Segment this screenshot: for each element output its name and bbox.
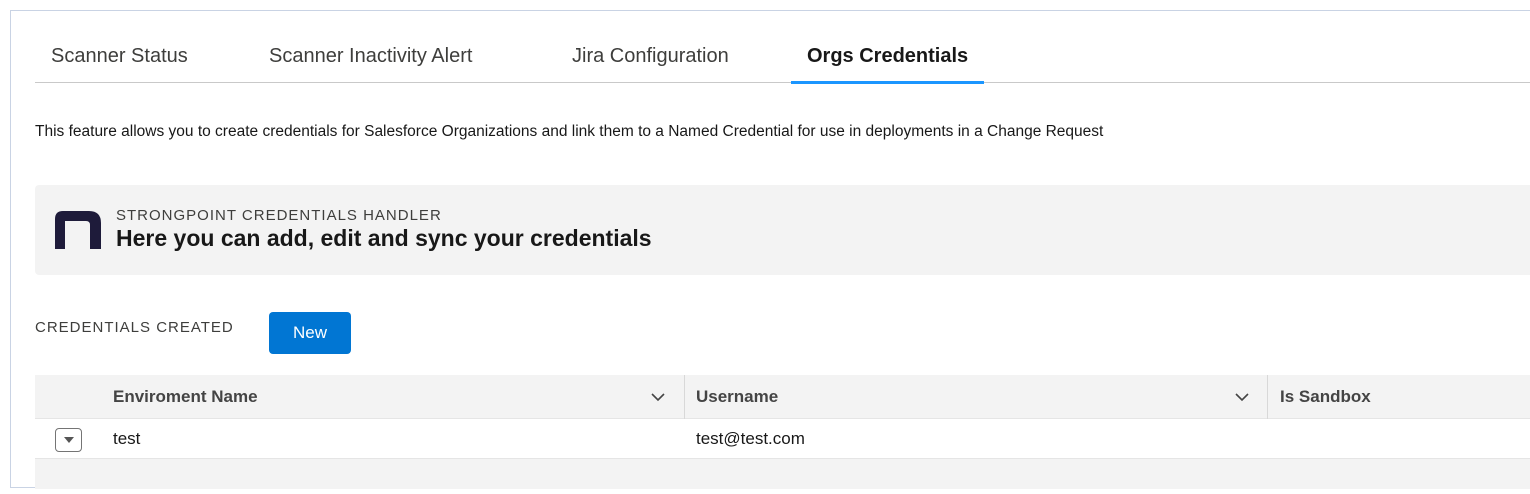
- column-header-environment-name[interactable]: Enviroment Name: [113, 375, 258, 419]
- tab-jira-configuration[interactable]: Jira Configuration: [556, 11, 745, 83]
- credentials-table: Enviroment Name Username Is Sandbox test…: [35, 375, 1530, 489]
- feature-description: This feature allows you to create creden…: [35, 123, 1104, 140]
- cell-environment-name: test: [113, 429, 141, 448]
- app-frame: Scanner Status Scanner Inactivity Alert …: [10, 10, 1530, 489]
- tab-bar: Scanner Status Scanner Inactivity Alert …: [35, 11, 1530, 84]
- column-header-is-sandbox[interactable]: Is Sandbox: [1280, 375, 1371, 419]
- table-header: Enviroment Name Username Is Sandbox: [35, 375, 1530, 419]
- banner-headline: Here you can add, edit and sync your cre…: [116, 225, 652, 251]
- caret-down-icon: [64, 437, 74, 443]
- chevron-down-icon[interactable]: [650, 389, 666, 405]
- chevron-down-icon[interactable]: [1234, 389, 1250, 405]
- tab-scanner-inactivity-alert[interactable]: Scanner Inactivity Alert: [253, 11, 488, 83]
- row-actions-dropdown[interactable]: [55, 428, 82, 452]
- credentials-handler-banner: STRONGPOINT CREDENTIALS HANDLER Here you…: [35, 185, 1530, 275]
- banner-eyebrow: STRONGPOINT CREDENTIALS HANDLER: [116, 207, 442, 224]
- column-divider[interactable]: [1267, 375, 1268, 419]
- new-credential-button[interactable]: New: [269, 312, 351, 354]
- column-header-username[interactable]: Username: [696, 375, 778, 419]
- column-divider[interactable]: [684, 375, 685, 419]
- tab-scanner-status[interactable]: Scanner Status: [35, 11, 204, 83]
- tab-orgs-credentials[interactable]: Orgs Credentials: [791, 11, 985, 84]
- table-footer: [35, 459, 1530, 489]
- credentials-created-label: CREDENTIALS CREATED: [35, 319, 234, 336]
- table-row: test test@test.com: [35, 419, 1530, 459]
- strongpoint-logo-icon: [55, 211, 101, 249]
- cell-username: test@test.com: [696, 429, 805, 448]
